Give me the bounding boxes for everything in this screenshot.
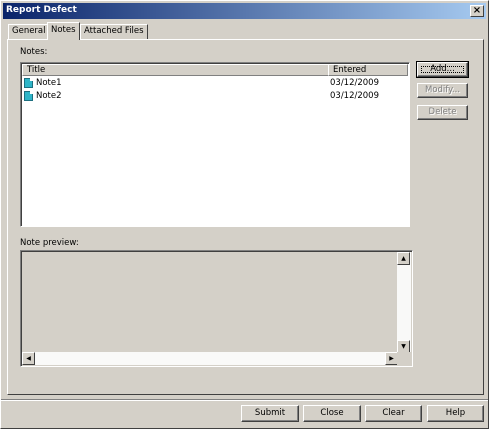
- tab-general[interactable]: General: [8, 24, 50, 39]
- list-item[interactable]: Note2 03/12/2009: [23, 90, 408, 102]
- delete-note-button[interactable]: Delete: [417, 105, 468, 120]
- help-button[interactable]: Help: [427, 405, 484, 422]
- note-title: Note1: [36, 78, 62, 88]
- scroll-corner: [397, 352, 411, 365]
- horizontal-scrollbar[interactable]: ◀ ▶: [22, 352, 398, 365]
- close-button[interactable]: Close: [303, 405, 361, 422]
- submit-button[interactable]: Submit: [241, 405, 299, 422]
- vertical-scrollbar[interactable]: ▲ ▼: [397, 252, 411, 353]
- note-entered-date: 03/12/2009: [330, 91, 379, 101]
- scroll-up-button[interactable]: ▲: [397, 252, 410, 265]
- column-header-title[interactable]: Title: [22, 64, 329, 76]
- notes-label: Notes:: [20, 47, 48, 57]
- note-icon: [24, 91, 33, 101]
- list-item[interactable]: Note1 03/12/2009: [23, 77, 408, 89]
- note-title: Note2: [36, 91, 62, 101]
- note-preview-area[interactable]: ▲ ▼ ◀ ▶: [20, 250, 413, 367]
- clear-button[interactable]: Clear: [365, 405, 422, 422]
- add-note-button[interactable]: Add...: [416, 61, 469, 78]
- notes-list[interactable]: Title Entered Note1 03/12/2009 Note2 03/…: [20, 62, 410, 227]
- focus-rect: [421, 66, 464, 73]
- title-bar[interactable]: Report Defect ×: [3, 3, 486, 19]
- note-entered-date: 03/12/2009: [330, 78, 379, 88]
- report-defect-window: Report Defect × General Notes Attached F…: [0, 0, 489, 429]
- tab-notes[interactable]: Notes: [47, 22, 80, 40]
- close-window-button[interactable]: ×: [470, 5, 484, 17]
- column-header-entered[interactable]: Entered: [328, 64, 408, 76]
- note-icon: [24, 78, 33, 88]
- scroll-left-button[interactable]: ◀: [22, 352, 35, 365]
- modify-note-button[interactable]: Modify...: [417, 83, 468, 98]
- tab-attached-files[interactable]: Attached Files: [80, 24, 148, 39]
- footer-separator: [1, 399, 488, 401]
- window-title: Report Defect: [6, 5, 77, 15]
- note-preview-label: Note preview:: [20, 238, 79, 248]
